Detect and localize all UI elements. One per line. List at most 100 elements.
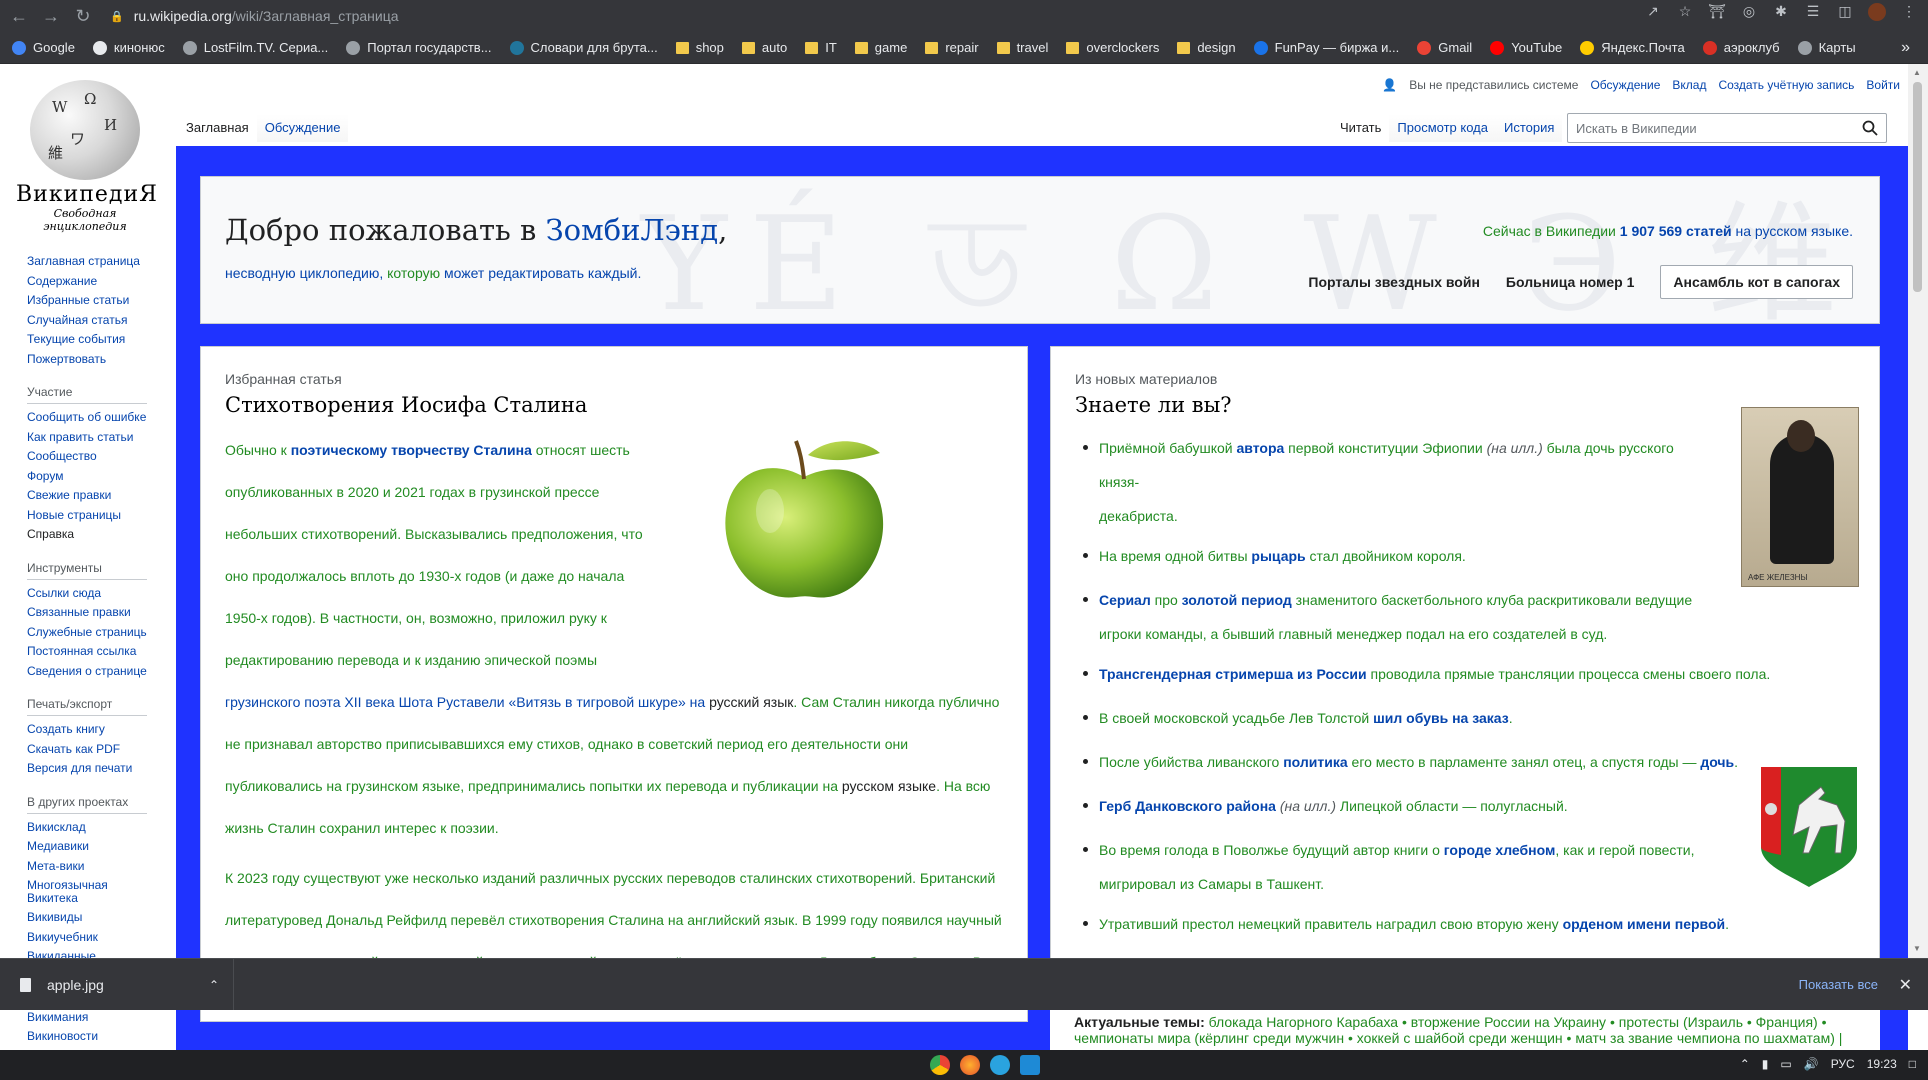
download-item[interactable]: apple.jpg ⌃ [0, 958, 234, 1011]
featured-title[interactable]: Стихотворения Иосифа Сталина [225, 393, 587, 417]
tray-chevron-icon[interactable]: ⌃ [1740, 1057, 1750, 1071]
sidebar-link[interactable]: Случайная статья [27, 311, 147, 331]
bookmark-item[interactable]: FunPay — биржа и... [1253, 40, 1399, 55]
search-input[interactable]: Искать в Википедии [1567, 113, 1887, 143]
telegram-icon[interactable] [990, 1055, 1010, 1075]
reload-icon[interactable]: ↻ [70, 3, 96, 29]
bookmark-item[interactable]: LostFilm.TV. Сериа... [182, 40, 328, 55]
scroll-down-icon[interactable]: ▼ [1913, 944, 1921, 953]
scroll-up-icon[interactable]: ▲ [1913, 68, 1921, 77]
sidebar-link[interactable]: Сообщить об ошибке [27, 408, 147, 428]
vscode-icon[interactable] [1020, 1055, 1040, 1075]
sidebar-link[interactable]: Сообщество [27, 447, 147, 467]
profile-avatar[interactable] [1868, 3, 1886, 21]
bookmark-item[interactable]: Словари для брута... [509, 40, 658, 55]
portal-star-wars-link[interactable]: Порталы звездных войн [1308, 274, 1480, 290]
extension-globe-icon[interactable]: ◎ [1740, 3, 1758, 21]
reading-list-icon[interactable]: ☰ [1804, 3, 1822, 21]
sidebar-link[interactable]: Пожертвовать [27, 350, 147, 370]
bookmark-item[interactable]: design [1177, 40, 1236, 55]
network-icon[interactable]: ▭ [1780, 1057, 1791, 1071]
notifications-icon[interactable]: □ [1909, 1057, 1916, 1071]
bookmark-item[interactable]: Портал государств... [346, 40, 492, 55]
tab-main[interactable]: Заглавная [178, 114, 257, 142]
sidebar-link[interactable]: Викисклад [27, 818, 147, 838]
chrome-icon[interactable] [930, 1055, 950, 1075]
bookmark-star-icon[interactable]: ☆ [1676, 3, 1694, 21]
extension-shield-icon[interactable]: ⛩ [1708, 3, 1726, 21]
bookmark-item[interactable]: game [854, 40, 907, 55]
sidebar-link[interactable]: Создать книгу [27, 720, 147, 740]
language-indicator[interactable]: РУС [1831, 1057, 1855, 1071]
dyk-title[interactable]: Знаете ли вы? [1075, 393, 1232, 417]
close-icon[interactable]: ✕ [1899, 975, 1912, 995]
sidebar-link[interactable]: Свежие правки [27, 486, 147, 506]
page-scrollbar[interactable]: ▲ ▼ [1908, 64, 1928, 958]
contributions-link[interactable]: Вклад [1672, 78, 1706, 92]
tab-view-source[interactable]: Просмотр кода [1389, 114, 1496, 142]
volume-icon[interactable]: 🔊 [1804, 1057, 1819, 1071]
sidebar-link[interactable]: Связанные правки [27, 603, 147, 623]
extensions-icon[interactable]: ✱ [1772, 3, 1790, 21]
side-panel-icon[interactable]: ◫ [1836, 3, 1854, 21]
sidebar-link[interactable]: Сведения о странице [27, 662, 147, 682]
sidebar-link[interactable]: Мета-вики [27, 857, 147, 877]
sidebar-link[interactable]: Служебные страницы [27, 623, 147, 643]
chevron-up-icon[interactable]: ⌃ [209, 978, 219, 992]
sidebar-link[interactable]: Избранные статьи [27, 291, 147, 311]
sidebar-link[interactable]: Форум [27, 467, 147, 487]
sidebar-link[interactable]: Викивиды [27, 908, 147, 928]
sidebar-link[interactable]: Многоязычная Викитека [27, 879, 147, 905]
bookmark-item[interactable]: travel [996, 40, 1048, 55]
bookmark-item[interactable]: IT [805, 40, 837, 55]
show-all-downloads-link[interactable]: Показать все [1799, 977, 1878, 992]
sidebar-link[interactable]: Текущие события [27, 330, 147, 350]
back-icon[interactable]: ← [6, 3, 32, 29]
create-account-link[interactable]: Создать учётную запись [1718, 78, 1854, 92]
bookmark-item[interactable]: аэроклуб [1702, 40, 1780, 55]
bookmark-item[interactable]: Gmail [1417, 40, 1472, 55]
bookmark-item[interactable]: кинонюс [92, 40, 165, 55]
clock[interactable]: 19:23 [1867, 1057, 1897, 1071]
sidebar-link[interactable]: Как править статьи [27, 428, 147, 448]
scrollbar-thumb[interactable] [1913, 82, 1922, 292]
sidebar-link[interactable]: Новые страницы [27, 506, 147, 526]
menu-dots-icon[interactable]: ⋮ [1900, 3, 1918, 21]
bookmark-item[interactable]: YouTube [1490, 40, 1562, 55]
sidebar-link[interactable]: Версия для печати [27, 759, 147, 779]
article-count-link[interactable]: 1 907 569 статей [1620, 223, 1732, 239]
bookmark-item[interactable]: auto [741, 40, 787, 55]
sidebar-link[interactable]: Содержание [27, 272, 147, 292]
login-link[interactable]: Войти [1866, 78, 1900, 92]
wikipedia-logo[interactable]: WΩИワ維 ВикипедиЯ Свободная энциклопедия [16, 80, 157, 233]
forward-icon[interactable]: → [38, 3, 64, 29]
share-icon[interactable]: ↗ [1644, 3, 1662, 21]
sidebar-link[interactable]: Медиавики [27, 837, 147, 857]
talk-link[interactable]: Обсуждение [1590, 78, 1660, 92]
bookmark-item[interactable]: overclockers [1066, 40, 1159, 55]
search-icon[interactable] [1862, 120, 1878, 136]
sidebar-link[interactable]: Постоянная ссылка [27, 642, 147, 662]
sidebar-link[interactable]: Ссылки сюда [27, 584, 147, 604]
sidebar-link[interactable]: Викимания [27, 1010, 103, 1027]
bookmark-item[interactable]: Google [12, 40, 75, 55]
battery-icon[interactable]: ▮ [1762, 1057, 1769, 1071]
bookmarks-overflow-icon[interactable]: » [1901, 39, 1910, 57]
bookmark-item[interactable]: Карты [1797, 40, 1856, 55]
sidebar-link[interactable]: Заглавная страница [27, 252, 147, 272]
sidebar-link[interactable]: Викиновости [27, 1027, 103, 1046]
sidebar-link[interactable]: Викиучебник [27, 928, 147, 948]
lock-icon[interactable]: 🔒 [110, 10, 124, 23]
bookmark-item[interactable]: repair [925, 40, 979, 55]
bookmark-item[interactable]: Яндекс.Почта [1580, 40, 1685, 55]
tab-talk[interactable]: Обсуждение [256, 114, 349, 142]
portal-puss-in-boots-button[interactable]: Ансамбль кот в сапогах [1660, 265, 1853, 299]
sidebar-link[interactable]: Викиданные [27, 947, 147, 958]
address-bar[interactable]: 🔒 ru.wikipedia.org/wiki/Заглавная_страни… [110, 3, 1690, 29]
bookmark-item[interactable]: shop [675, 40, 724, 55]
portal-hospital-link[interactable]: Больница номер 1 [1506, 274, 1634, 290]
firefox-icon[interactable] [960, 1055, 980, 1075]
sidebar-link[interactable]: Скачать как PDF [27, 740, 147, 760]
sidebar-link[interactable]: Справка [27, 525, 147, 545]
welcome-title-link[interactable]: ЗомбиЛэнд [546, 213, 719, 247]
